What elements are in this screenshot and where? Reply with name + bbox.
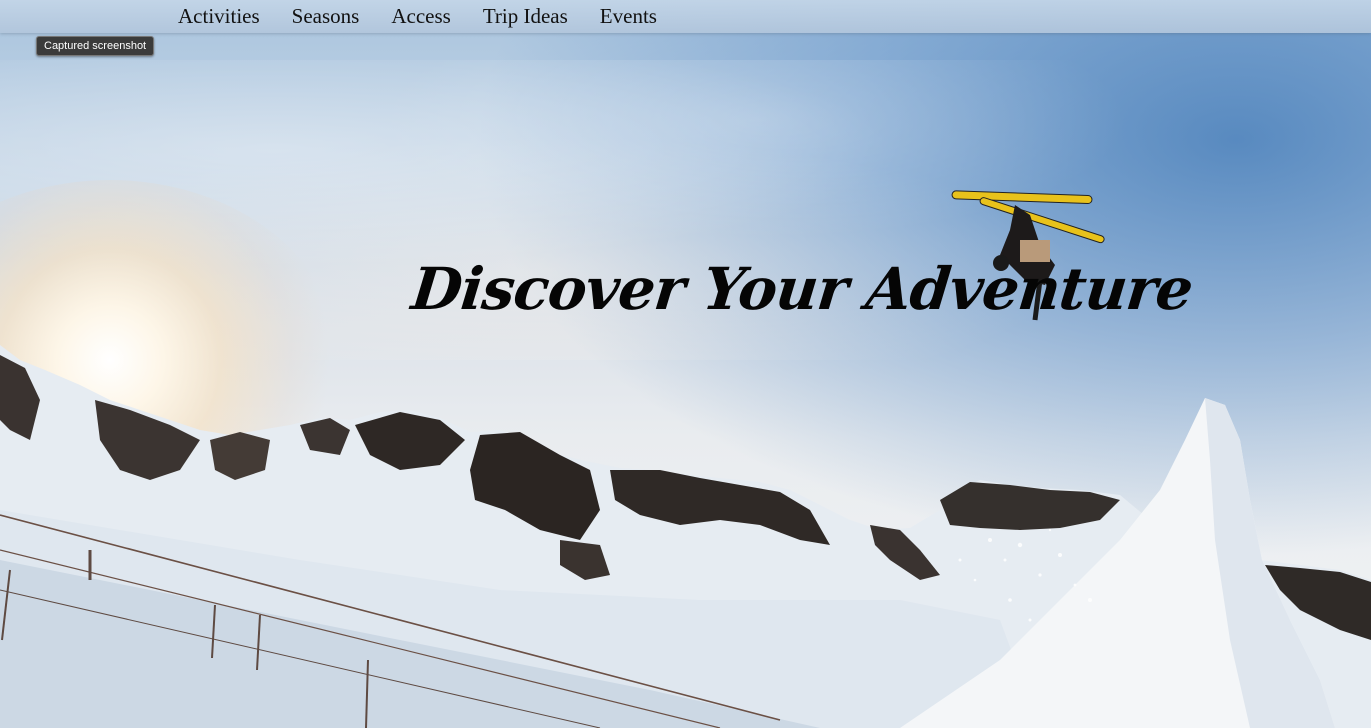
nav-item-seasons[interactable]: Seasons [292,3,360,30]
page: Activities Seasons Access Trip Ideas Eve… [0,0,1371,728]
nav-item-events[interactable]: Events [600,3,657,30]
hero-background-image [0,190,1371,728]
hero-title: Discover Your Adventure [408,255,1196,323]
nav-menu: Activities Seasons Access Trip Ideas Eve… [178,3,689,30]
nav-item-activities[interactable]: Activities [178,3,260,30]
captured-screenshot-tooltip: Captured screenshot [36,36,155,56]
top-nav-bar: Activities Seasons Access Trip Ideas Eve… [0,0,1371,33]
nav-item-access[interactable]: Access [391,3,450,30]
nav-item-trip-ideas[interactable]: Trip Ideas [483,3,568,30]
